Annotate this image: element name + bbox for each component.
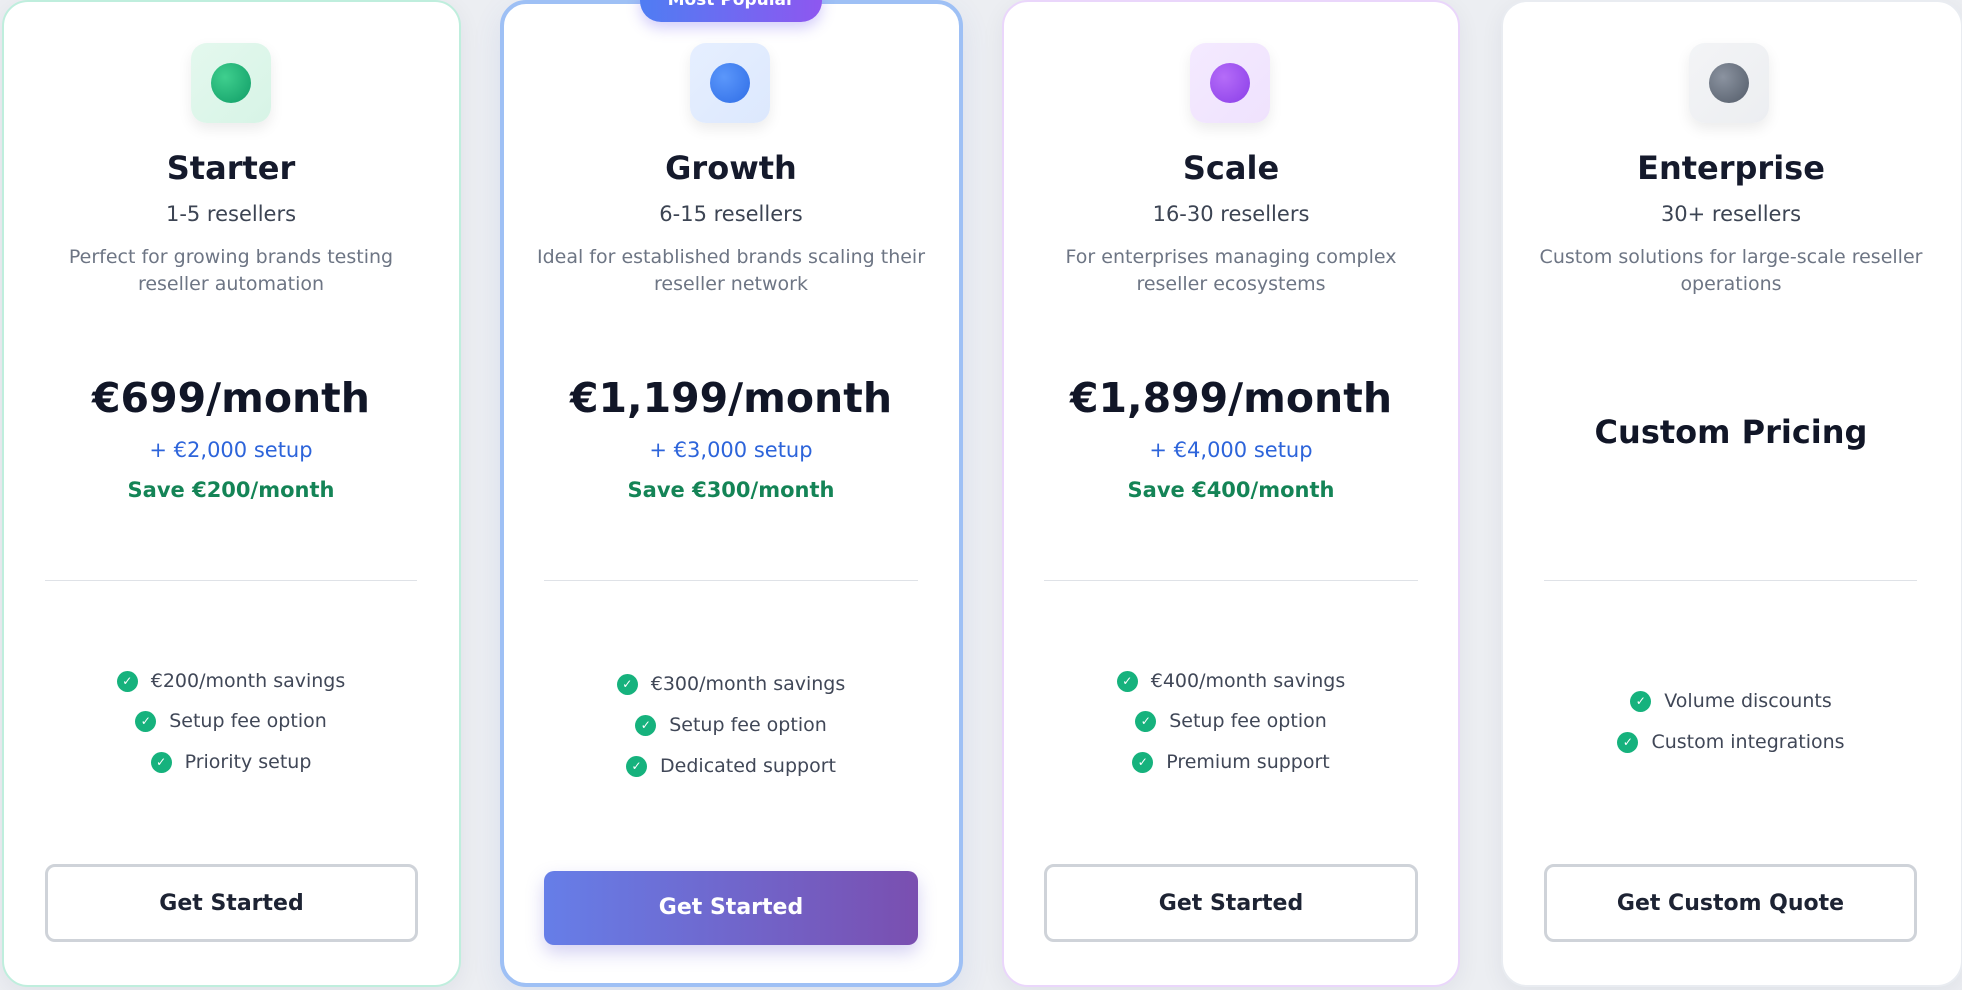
plan-price-growth: €1,199/month [569, 374, 893, 422]
check-icon: ✓ [626, 755, 648, 777]
feature-item: ✓ €200/month savings [31, 667, 431, 695]
plan-divider-growth [544, 580, 918, 581]
plan-divider-scale [1044, 580, 1418, 581]
check-icon: ✓ [616, 673, 638, 695]
plan-description-growth: Ideal for established brands scaling the… [536, 246, 926, 295]
green-dot-icon [211, 63, 251, 103]
check-icon: ✓ [635, 714, 657, 736]
blue-dot-icon [710, 63, 750, 103]
get-started-button-scale[interactable]: Get Started [1044, 864, 1418, 942]
plan-description-scale: For enterprises managing complex reselle… [1065, 246, 1397, 295]
feature-item: ✓ €300/month savings [531, 670, 931, 698]
feature-item: ✓ Setup fee option [1031, 707, 1431, 735]
purple-dot-icon [1210, 63, 1250, 103]
gray-dot-icon [1709, 63, 1749, 103]
plan-title-growth: Growth [665, 149, 797, 187]
feature-item: ✓ Volume discounts [1531, 687, 1931, 715]
plan-resellers-scale: 16-30 resellers [1152, 202, 1310, 226]
plan-resellers-growth: 6-15 resellers [659, 202, 803, 226]
plan-setup-growth: + €3,000 setup [649, 438, 813, 462]
starter-icon-tile [191, 43, 271, 123]
plan-setup-scale: + €4,000 setup [1149, 438, 1313, 462]
most-popular-badge: Most Popular [640, 0, 822, 22]
feature-item: ✓ Setup fee option [531, 711, 931, 739]
plan-description-starter: Perfect for growing brands testing resel… [68, 246, 394, 295]
feature-item: ✓ Priority setup [31, 748, 431, 776]
check-icon: ✓ [1132, 751, 1154, 773]
feature-item: ✓ Dedicated support [531, 752, 931, 780]
plan-title-scale: Scale [1182, 149, 1280, 187]
feature-item: ✓ Setup fee option [31, 707, 431, 735]
plan-setup-starter: + €2,000 setup [149, 438, 313, 462]
check-icon: ✓ [1135, 710, 1157, 732]
check-icon: ✓ [1630, 690, 1652, 712]
feature-item: ✓ Premium support [1031, 748, 1431, 776]
plan-title-enterprise: Enterprise [1637, 149, 1825, 187]
check-icon: ✓ [1116, 670, 1138, 692]
feature-item: ✓ €400/month savings [1031, 667, 1431, 695]
plan-description-enterprise: Custom solutions for large-scale reselle… [1539, 246, 1923, 295]
check-icon: ✓ [1617, 731, 1639, 753]
plan-savings-growth: Save €300/month [627, 478, 835, 502]
plan-title-starter: Starter [166, 149, 296, 187]
plan-savings-starter: Save €200/month [127, 478, 335, 502]
growth-icon-tile [690, 43, 770, 123]
plan-savings-scale: Save €400/month [1127, 478, 1335, 502]
plan-resellers-starter: 1-5 resellers [165, 202, 297, 226]
enterprise-icon-tile [1689, 43, 1769, 123]
plan-resellers-enterprise: 30+ resellers [1660, 202, 1802, 226]
plan-price-starter: €699/month [92, 374, 370, 422]
get-started-button-growth[interactable]: Get Started [544, 871, 918, 945]
plan-divider-starter [45, 580, 417, 581]
get-custom-quote-button[interactable]: Get Custom Quote [1544, 864, 1917, 942]
scale-icon-tile [1190, 43, 1270, 123]
plan-price-enterprise: Custom Pricing [1594, 413, 1868, 451]
check-icon: ✓ [116, 670, 138, 692]
plan-price-scale: €1,899/month [1069, 374, 1393, 422]
feature-item: ✓ Custom integrations [1531, 728, 1931, 756]
check-icon: ✓ [135, 710, 157, 732]
get-started-button-starter[interactable]: Get Started [45, 864, 418, 942]
plan-divider-enterprise [1544, 580, 1917, 581]
check-icon: ✓ [150, 751, 172, 773]
